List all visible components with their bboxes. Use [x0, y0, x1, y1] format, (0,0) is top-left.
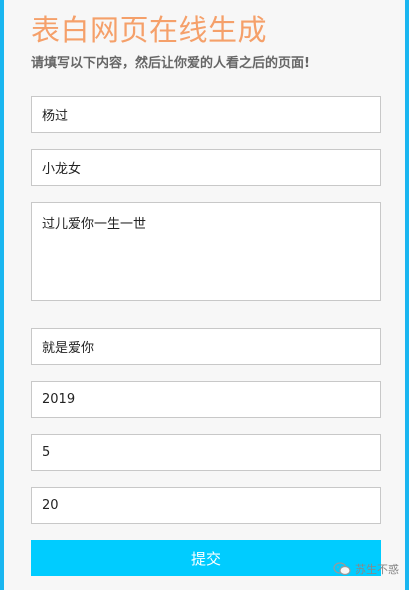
right-edge-bar — [405, 0, 409, 590]
name-field-2[interactable] — [31, 149, 381, 186]
watermark-text: 苏生不惑 — [355, 563, 399, 576]
page-subtitle: 请填写以下内容，然后让你爱的人看之后的页面! — [31, 56, 310, 71]
wechat-icon — [333, 562, 351, 576]
left-edge-bar — [0, 0, 4, 590]
watermark: 苏生不惑 — [333, 561, 399, 577]
name-field-1[interactable] — [31, 96, 381, 133]
signature-field[interactable] — [31, 328, 381, 365]
day-field[interactable] — [31, 487, 381, 524]
month-field[interactable] — [31, 434, 381, 471]
form-container: 表白网页在线生成 请填写以下内容，然后让你爱的人看之后的页面! 过儿爱你一生一世… — [31, 0, 381, 576]
year-field[interactable] — [31, 381, 381, 418]
page-title: 表白网页在线生成 — [31, 13, 268, 47]
submit-button[interactable]: 提交 — [31, 540, 381, 576]
message-textarea[interactable]: 过儿爱你一生一世 — [31, 202, 381, 301]
